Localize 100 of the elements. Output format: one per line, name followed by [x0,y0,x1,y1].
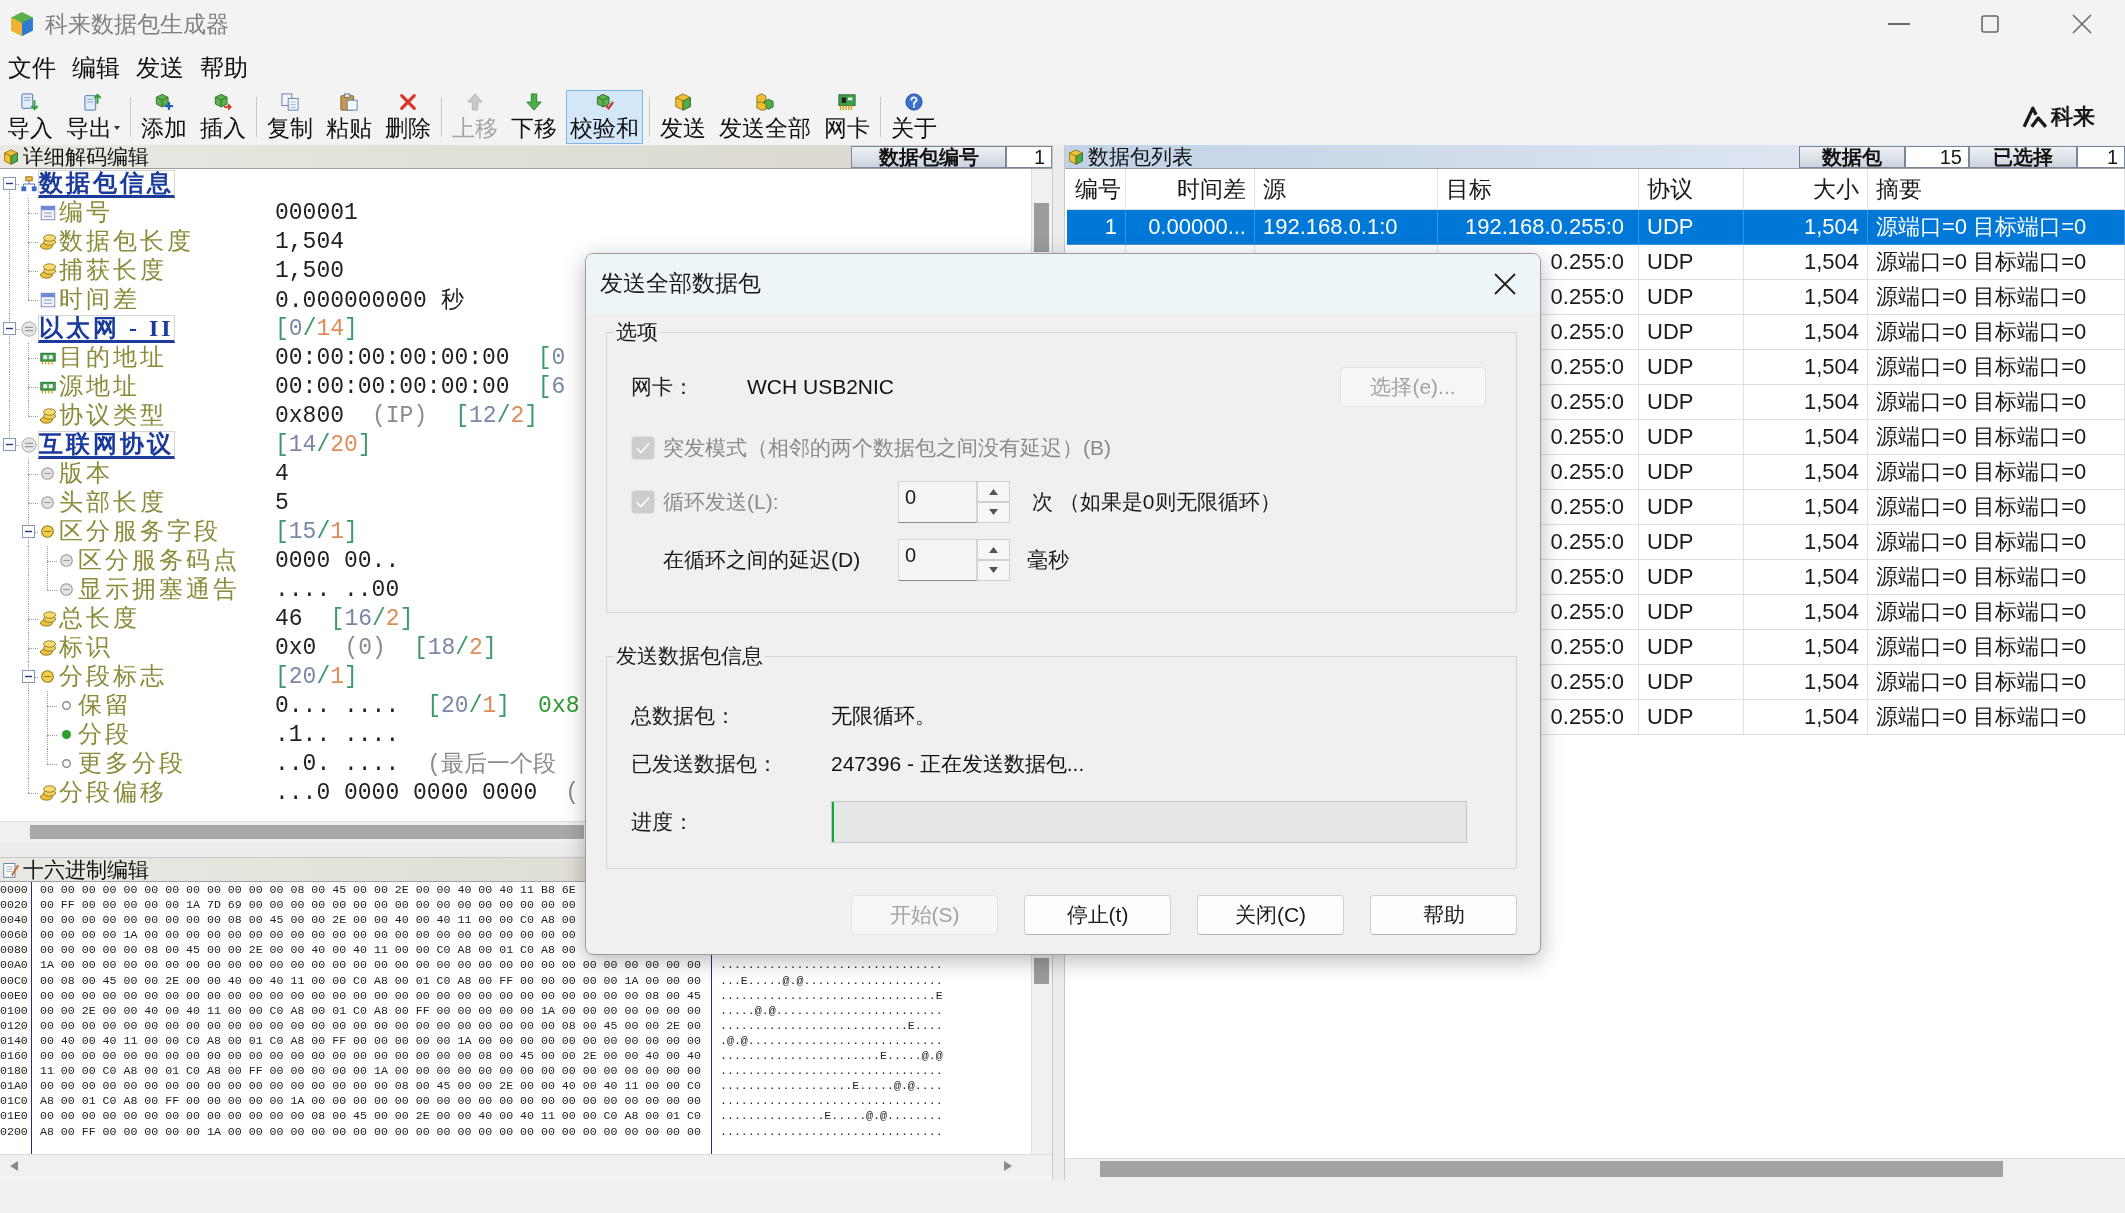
toolbar-button[interactable]: 发送全部 [715,89,815,144]
hex-bytes[interactable]: A8 00 01 C0 A8 00 FF 00 00 00 00 00 1A 00 00 00 00 00 00 00 00 00 00 00 00 00 00 00 00 00 00 00 [40,1094,701,1108]
hex-bytes[interactable]: 00 FF 00 00 00 00 00 1A 7D 69 00 00 00 00 00 00 00 00 00 00 00 00 00 00 00 00 [40,898,576,912]
hex-bytes[interactable]: 00 00 00 00 00 00 00 00 00 00 00 00 00 08 00 45 00 00 2E 00 00 40 00 40 11 00 00 C0 A8 00 01 C0 [40,1109,701,1123]
toolbar-button[interactable]: 导入 [3,89,57,144]
field-name[interactable]: 数据包长度 [59,228,194,255]
hex-bytes[interactable]: 00 00 00 00 00 00 00 00 00 00 00 00 00 00 00 00 00 00 00 00 00 00 00 00 00 08 00 45 00 00 2E 00 [40,1018,701,1032]
field-name[interactable]: 互联网协议 [38,430,175,459]
ascii-text[interactable]: ................................ [720,1094,943,1108]
menu-item[interactable]: 帮助 [192,52,256,84]
right-arrow-icon[interactable] [1004,1160,1012,1171]
hex-bytes[interactable]: 00 00 00 00 00 08 00 45 00 00 2E 00 00 40 00 40 11 00 00 C0 A8 00 01 C0 A8 00 [40,943,576,957]
field-name[interactable]: 时间差 [59,286,140,313]
hex-bytes[interactable]: 00 00 00 00 1A 00 00 00 00 00 00 00 00 00 00 00 00 00 00 00 00 00 00 00 00 00 [40,928,576,942]
hex-bytes[interactable]: A8 00 FF 00 00 00 00 00 1A 00 00 00 00 00 00 00 00 00 00 00 00 00 00 00 00 00 00 00 00 00 00 00 [40,1124,701,1138]
scroll-thumb[interactable] [1100,1161,2003,1177]
field-name[interactable]: 数据包信息 [38,169,175,198]
scroll-thumb[interactable] [1034,958,1049,984]
collapse-icon[interactable] [22,670,35,683]
number-field[interactable]: 0 [898,539,977,581]
up-caret-icon[interactable] [977,481,1010,502]
ascii-text[interactable]: ...........................E.... [720,1018,943,1032]
ascii-text[interactable]: ...............................E [720,988,943,1002]
disc-icon [60,583,73,596]
toolbar-button[interactable]: 添加 [137,89,191,144]
toolbar-button[interactable]: 下移 [507,89,561,144]
field-name[interactable]: 捕获长度 [59,257,167,284]
ascii-text[interactable]: ...E.....@.@.................... [720,973,943,987]
dialog-button[interactable]: 关闭(C) [1197,895,1344,935]
hex-bytes[interactable]: 00 00 00 00 00 00 00 00 00 00 00 00 00 00 00 00 00 00 00 00 00 00 00 00 00 00 00 00 00 08 00 45 [40,988,701,1002]
field-name[interactable]: 总长度 [59,605,140,632]
down-caret-icon[interactable] [977,560,1010,581]
toolbar-button[interactable]: 复制 [263,89,317,144]
hex-bytes[interactable]: 00 08 00 45 00 00 2E 00 00 40 00 40 11 00 00 C0 A8 00 01 C0 A8 00 FF 00 00 00 00 00 1A 00 00 00 [40,973,701,987]
up-caret-icon[interactable] [977,539,1010,560]
ascii-text[interactable]: .....@.@........................ [720,1003,943,1017]
field-name[interactable]: 版本 [59,460,113,487]
ascii-text[interactable]: ...................E.....@.@.... [720,1079,943,1093]
scroll-thumb[interactable] [1034,203,1049,252]
table-cell: UDP [1639,595,1744,630]
toolbar-button[interactable]: 导出 [62,89,124,144]
collapse-icon[interactable] [3,177,16,190]
collapse-icon[interactable] [3,322,16,335]
hex-bytes[interactable]: 00 00 00 00 00 00 00 00 00 00 00 00 08 00 45 00 00 2E 00 00 40 00 40 11 B8 6E [40,883,576,896]
ascii-text[interactable]: ...............E.....@.@........ [720,1109,943,1123]
field-name[interactable]: 编号 [59,199,113,226]
menu-item[interactable]: 编辑 [64,52,128,84]
packet-row[interactable]: 1 0.00000... 192.168.0.1:0 192.168.0.255:0 UDP 1,504 源端口=0 目标端口=0 [1067,210,2125,245]
maximize-icon[interactable] [1981,15,1999,33]
dialog-button[interactable]: 帮助 [1370,895,1517,935]
table-cell: UDP [1639,315,1744,350]
dialog-button[interactable]: 停止(t) [1024,895,1171,935]
toolbar-button[interactable]: 插入 [196,89,250,144]
ascii-text[interactable]: ................................ [720,958,943,972]
field-name[interactable]: 协议类型 [59,402,167,429]
field-name[interactable]: 标识 [59,634,113,661]
ascii-text[interactable]: .......................E.....@.@ [720,1049,943,1063]
field-name[interactable]: 显示拥塞通告 [78,576,240,603]
scroll-thumb[interactable] [30,825,584,839]
ascii-text[interactable]: .@.@............................ [720,1033,943,1047]
field-name[interactable]: 区分服务字段 [59,518,221,545]
down-caret-icon[interactable] [977,502,1010,523]
hex-bytes[interactable]: 00 00 2E 00 00 40 00 40 11 00 00 C0 A8 00 01 C0 A8 00 FF 00 00 00 00 00 1A 00 00 00 00 00 00 00 [40,1003,701,1017]
field-name[interactable]: 分段 [78,721,132,748]
left-arrow-icon[interactable] [10,1160,18,1171]
close-icon[interactable] [1494,272,1516,295]
collapse-icon[interactable] [22,525,35,538]
toolbar-button[interactable]: 关于 [887,89,941,144]
table-cell: UDP [1639,245,1744,280]
menu-item[interactable]: 发送 [128,52,192,84]
scrollbar[interactable] [1065,1158,2125,1180]
hex-bytes[interactable]: 00 40 00 40 11 00 00 C0 A8 00 01 C0 A8 00 FF 00 00 00 00 00 1A 00 00 00 00 00 00 00 00 00 00 00 [40,1033,701,1047]
field-name[interactable]: 区分服务码点 [78,547,240,574]
hex-bytes[interactable]: 11 00 00 C0 A8 00 01 C0 A8 00 FF 00 00 00 00 00 1A 00 00 00 00 00 00 00 00 00 00 00 00 00 00 00 [40,1064,701,1078]
field-name[interactable]: 头部长度 [59,489,167,516]
toolbar-button[interactable]: 删除 [381,89,435,144]
table-cell: 源端口=0 目标端口=0 [1868,525,2125,560]
menu-item[interactable]: 文件 [0,52,64,84]
hex-offset: 00E0 [0,988,28,1002]
field-name[interactable]: 以太网 - II [38,314,175,343]
hex-bytes[interactable]: 00 00 00 00 00 00 00 00 00 00 00 00 00 00 00 00 00 08 00 45 00 00 2E 00 00 40 00 40 11 00 00 C0 [40,1079,701,1093]
coins-icon [39,407,56,424]
field-name[interactable]: 分段标志 [59,663,167,690]
table-cell: 源端口=0 目标端口=0 [1868,315,2125,350]
toolbar-button[interactable]: 粘贴 [322,89,376,144]
field-name[interactable]: 源地址 [59,373,140,400]
collapse-icon[interactable] [3,438,16,451]
ascii-text[interactable]: ................................ [720,1124,943,1138]
field-name[interactable]: 目的地址 [59,344,167,371]
toolbar-button[interactable]: 网卡 [820,89,874,144]
hex-bytes[interactable]: 1A 00 00 00 00 00 00 00 00 00 00 00 00 00 00 00 00 00 00 00 00 00 00 00 00 00 00 00 00 00 00 00 [40,958,701,972]
caret-icon[interactable] [114,125,120,130]
hex-bytes[interactable]: 00 00 00 00 00 00 00 00 00 00 00 00 00 00 00 00 00 00 00 00 00 08 00 45 00 00 2E 00 00 40 00 40 [40,1049,701,1063]
field-name[interactable]: 分段偏移 [59,779,167,806]
hex-bytes[interactable]: 00 00 00 00 00 00 00 00 00 08 00 45 00 00 2E 00 00 40 00 40 11 00 00 C0 A8 00 [40,913,576,927]
toolbar-button[interactable]: 发送 [656,89,710,144]
field-name[interactable]: 更多分段 [78,750,186,777]
ascii-text[interactable]: ................................ [720,1064,943,1078]
toolbar-button[interactable]: 校验和 [566,89,643,144]
field-name[interactable]: 保留 [78,692,132,719]
